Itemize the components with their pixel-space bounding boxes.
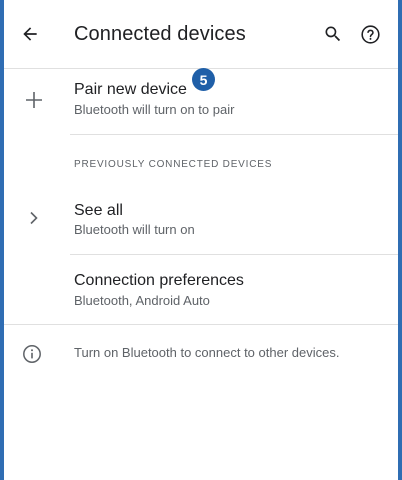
help-circle-icon — [360, 24, 380, 44]
pair-new-device-title: Pair new device — [74, 81, 187, 98]
arrow-left-icon — [23, 27, 37, 41]
see-all-title: See all — [74, 202, 123, 219]
search-button[interactable] — [317, 18, 349, 50]
chevron-right-icon — [22, 206, 46, 230]
step-badge: 5 — [192, 68, 215, 91]
connection-preferences-summary: Bluetooth, Android Auto — [74, 293, 210, 308]
app-bar: Connected devices — [4, 0, 398, 68]
see-all-row[interactable] — [4, 185, 398, 253]
divider — [70, 134, 398, 135]
bluetooth-info-text: Turn on Bluetooth to connect to other de… — [74, 345, 340, 360]
see-all-summary: Bluetooth will turn on — [74, 222, 195, 237]
page-title: Connected devices — [74, 23, 246, 45]
plus-icon — [22, 88, 46, 112]
settings-screen: Connected devices Pair new device 5 Blue… — [0, 0, 402, 480]
info-icon — [20, 342, 44, 366]
connection-preferences-title: Connection preferences — [74, 272, 244, 289]
divider — [4, 324, 398, 325]
help-button[interactable] — [354, 18, 386, 50]
back-button[interactable] — [14, 18, 46, 50]
section-header: PREVIOUSLY CONNECTED DEVICES — [74, 159, 273, 170]
pair-new-device-summary: Bluetooth will turn on to pair — [74, 102, 235, 117]
search-icon — [325, 26, 341, 42]
